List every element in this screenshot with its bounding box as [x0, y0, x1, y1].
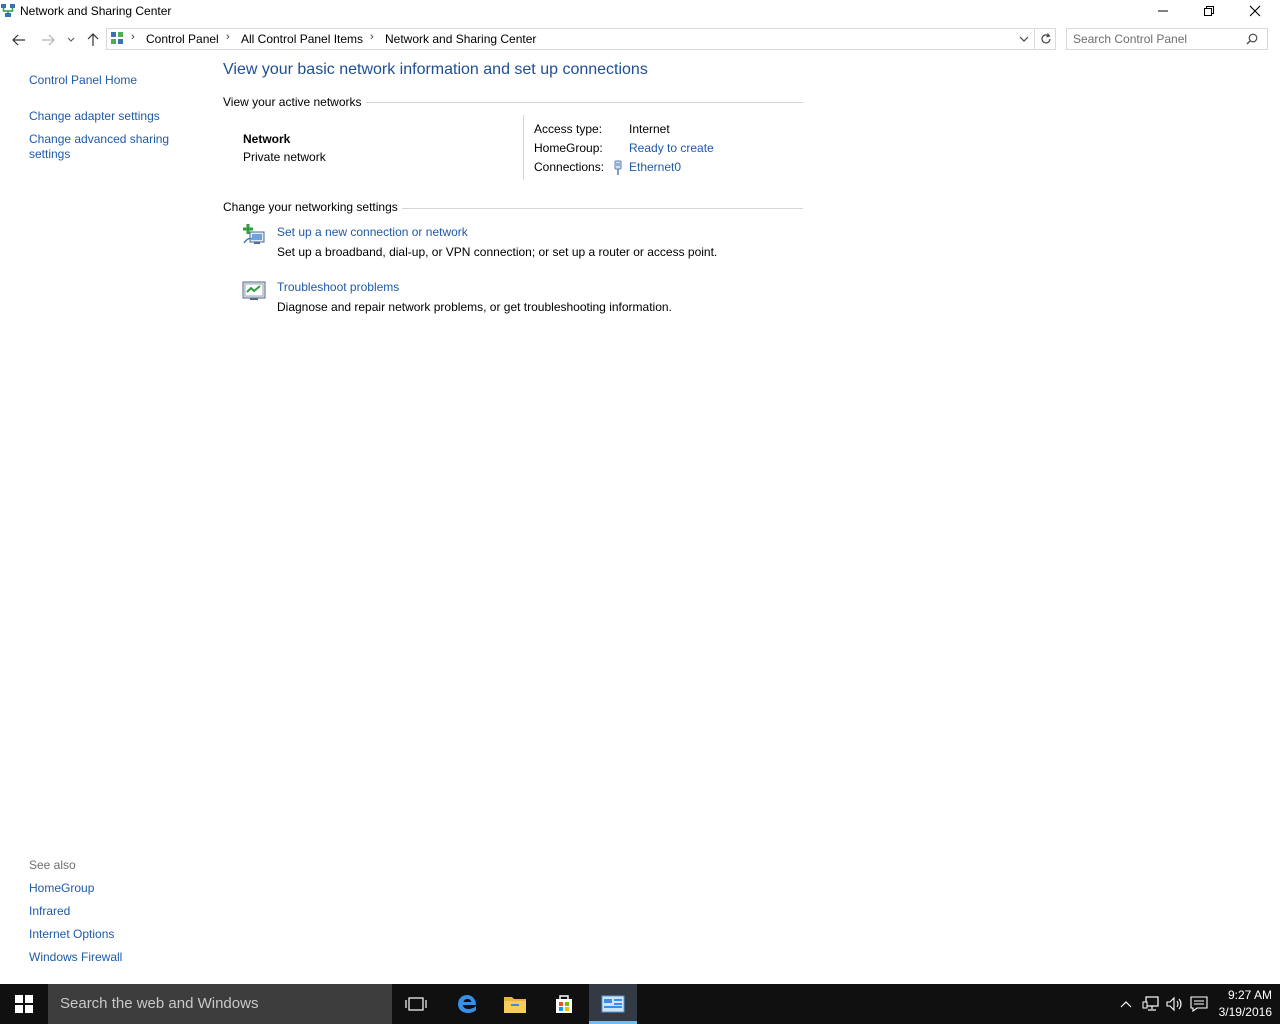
ethernet-icon [612, 160, 624, 176]
restore-button[interactable] [1186, 0, 1232, 22]
page-title: View your basic network information and … [223, 61, 648, 78]
homegroup-status-link[interactable]: Ready to create [629, 141, 714, 155]
network-type-link[interactable]: Private network [243, 150, 326, 164]
address-history-button[interactable] [1016, 31, 1032, 47]
control-panel-taskbar-button[interactable] [589, 984, 637, 1024]
windows-logo-icon [15, 995, 33, 1013]
breadcrumb-separator[interactable]: › [131, 31, 135, 43]
store-icon [556, 995, 572, 1013]
back-arrow-icon [12, 34, 25, 46]
change-settings-header: Change your networking settings [223, 200, 398, 214]
troubleshoot-icon[interactable] [242, 279, 266, 303]
title-bar [0, 0, 1280, 24]
task-view-icon [405, 997, 427, 1011]
network-icon [1142, 996, 1159, 1011]
access-type-value: Internet [629, 122, 670, 136]
file-explorer-taskbar-button[interactable] [491, 984, 539, 1024]
new-connection-icon[interactable] [242, 223, 266, 247]
breadcrumb-network-center[interactable]: Network and Sharing Center [385, 32, 536, 46]
forward-button[interactable] [37, 30, 59, 50]
up-arrow-icon [87, 33, 99, 46]
see-also-windows-firewall-link[interactable]: Windows Firewall [29, 950, 122, 964]
change-advanced-sharing-link[interactable]: Change advanced sharing settings [29, 132, 179, 162]
refresh-button[interactable] [1034, 28, 1056, 50]
minimize-icon [1158, 10, 1168, 12]
troubleshoot-problems-description: Diagnose and repair network problems, or… [277, 300, 672, 314]
notification-icon [1190, 996, 1208, 1012]
troubleshoot-problems-link[interactable]: Troubleshoot problems [277, 280, 399, 294]
network-tray-button[interactable] [1141, 994, 1161, 1014]
chevron-down-icon [1019, 36, 1029, 42]
homegroup-label: HomeGroup: [534, 141, 603, 155]
breadcrumb-all-items[interactable]: All Control Panel Items [241, 32, 363, 46]
action-center-button[interactable] [1189, 994, 1209, 1014]
active-networks-header: View your active networks [223, 95, 362, 109]
change-adapter-settings-link[interactable]: Change adapter settings [29, 109, 160, 123]
edge-taskbar-button[interactable] [443, 984, 491, 1024]
see-also-internet-options-link[interactable]: Internet Options [29, 927, 114, 941]
task-view-button[interactable] [392, 984, 440, 1024]
setup-new-connection-description: Set up a broadband, dial-up, or VPN conn… [277, 245, 718, 259]
clock-time[interactable]: 9:27 AM [1212, 988, 1272, 1002]
volume-tray-button[interactable] [1165, 994, 1185, 1014]
start-button[interactable] [0, 984, 48, 1024]
volume-icon [1166, 996, 1182, 1012]
search-input[interactable] [1069, 30, 1247, 48]
control-panel-icon [110, 31, 124, 45]
access-type-label: Access type: [534, 122, 603, 136]
restore-icon [1204, 6, 1214, 16]
vertical-divider [523, 115, 524, 180]
recent-locations-button[interactable] [61, 30, 81, 50]
show-hidden-icons-button[interactable] [1116, 994, 1136, 1014]
control-panel-home-link[interactable]: Control Panel Home [29, 73, 137, 87]
see-also-heading: See also [29, 858, 76, 872]
see-also-infrared-link[interactable]: Infrared [29, 904, 70, 918]
breadcrumb-separator[interactable]: › [226, 31, 230, 43]
ethernet-connection-link[interactable]: Ethernet0 [629, 160, 681, 174]
edge-icon [458, 995, 476, 1013]
forward-arrow-icon [42, 34, 55, 46]
chevron-down-icon [67, 37, 75, 42]
up-button[interactable] [82, 30, 104, 50]
file-explorer-icon [504, 997, 526, 1013]
search-icon[interactable] [1244, 31, 1260, 47]
section-divider [366, 102, 803, 103]
back-button[interactable] [8, 30, 30, 50]
connections-label: Connections: [534, 160, 605, 174]
breadcrumb-control-panel[interactable]: Control Panel [146, 32, 219, 46]
close-icon [1249, 5, 1261, 17]
see-also-homegroup-link[interactable]: HomeGroup [29, 881, 94, 895]
clock-date[interactable]: 3/19/2016 [1212, 1005, 1272, 1019]
section-divider [402, 208, 803, 209]
chevron-up-icon [1120, 1001, 1132, 1008]
setup-new-connection-link[interactable]: Set up a new connection or network [277, 225, 468, 239]
close-button[interactable] [1232, 0, 1278, 22]
store-taskbar-button[interactable] [540, 984, 588, 1024]
network-center-app-icon [0, 3, 16, 19]
breadcrumb-separator[interactable]: › [370, 31, 374, 43]
minimize-button[interactable] [1140, 0, 1186, 22]
control-panel-icon [601, 995, 625, 1013]
window-title: Network and Sharing Center [20, 4, 172, 18]
network-name: Network [243, 132, 291, 146]
taskbar-search-placeholder[interactable]: Search the web and Windows [60, 995, 258, 1012]
refresh-icon [1040, 33, 1051, 44]
